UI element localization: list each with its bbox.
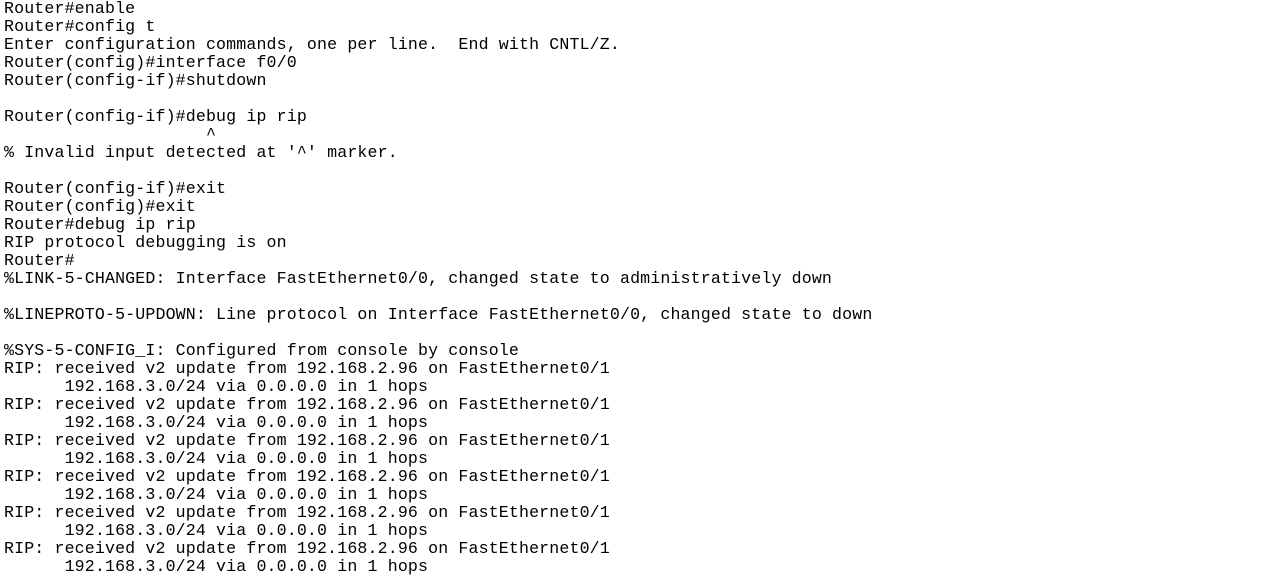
console-line: RIP: received v2 update from 192.168.2.9…: [4, 359, 610, 378]
console-line: %SYS-5-CONFIG_I: Configured from console…: [4, 341, 519, 360]
console-line: 192.168.3.0/24 via 0.0.0.0 in 1 hops: [4, 377, 429, 396]
console-line: RIP: received v2 update from 192.168.2.9…: [4, 431, 610, 450]
console-line: 192.168.3.0/24 via 0.0.0.0 in 1 hops: [4, 485, 429, 504]
console-line: Router(config-if)#shutdown: [4, 71, 267, 90]
console-line: %LINK-5-CHANGED: Interface FastEthernet0…: [4, 269, 833, 288]
console-line: RIP: received v2 update from 192.168.2.9…: [4, 503, 610, 522]
console-line: Router#debug ip rip: [4, 215, 196, 234]
console-line: Router(config)#interface f0/0: [4, 53, 297, 72]
console-line: Router#enable: [4, 0, 136, 18]
terminal-console-output[interactable]: Router#enable Router#config t Enter config…: [0, 0, 1265, 577]
console-line: Router#config t: [4, 17, 156, 36]
console-line: ^: [4, 125, 217, 144]
console-line: Router#: [4, 251, 75, 270]
console-line: RIP: received v2 update from 192.168.2.9…: [4, 539, 610, 558]
console-line: 192.168.3.0/24 via 0.0.0.0 in 1 hops: [4, 449, 429, 468]
console-line: Router(config-if)#exit: [4, 179, 227, 198]
console-line: Enter configuration commands, one per li…: [4, 35, 620, 54]
console-line: 192.168.3.0/24 via 0.0.0.0 in 1 hops: [4, 557, 429, 576]
console-line: % Invalid input detected at '^' marker.: [4, 143, 398, 162]
console-line: RIP protocol debugging is on: [4, 233, 287, 252]
console-line: 192.168.3.0/24 via 0.0.0.0 in 1 hops: [4, 413, 429, 432]
console-line: Router(config-if)#debug ip rip: [4, 107, 307, 126]
console-line: RIP: received v2 update from 192.168.2.9…: [4, 467, 610, 486]
console-line: %LINEPROTO-5-UPDOWN: Line protocol on In…: [4, 305, 873, 324]
console-line: 192.168.3.0/24 via 0.0.0.0 in 1 hops: [4, 521, 429, 540]
console-line: RIP: received v2 update from 192.168.2.9…: [4, 395, 610, 414]
console-line: Router(config)#exit: [4, 197, 196, 216]
